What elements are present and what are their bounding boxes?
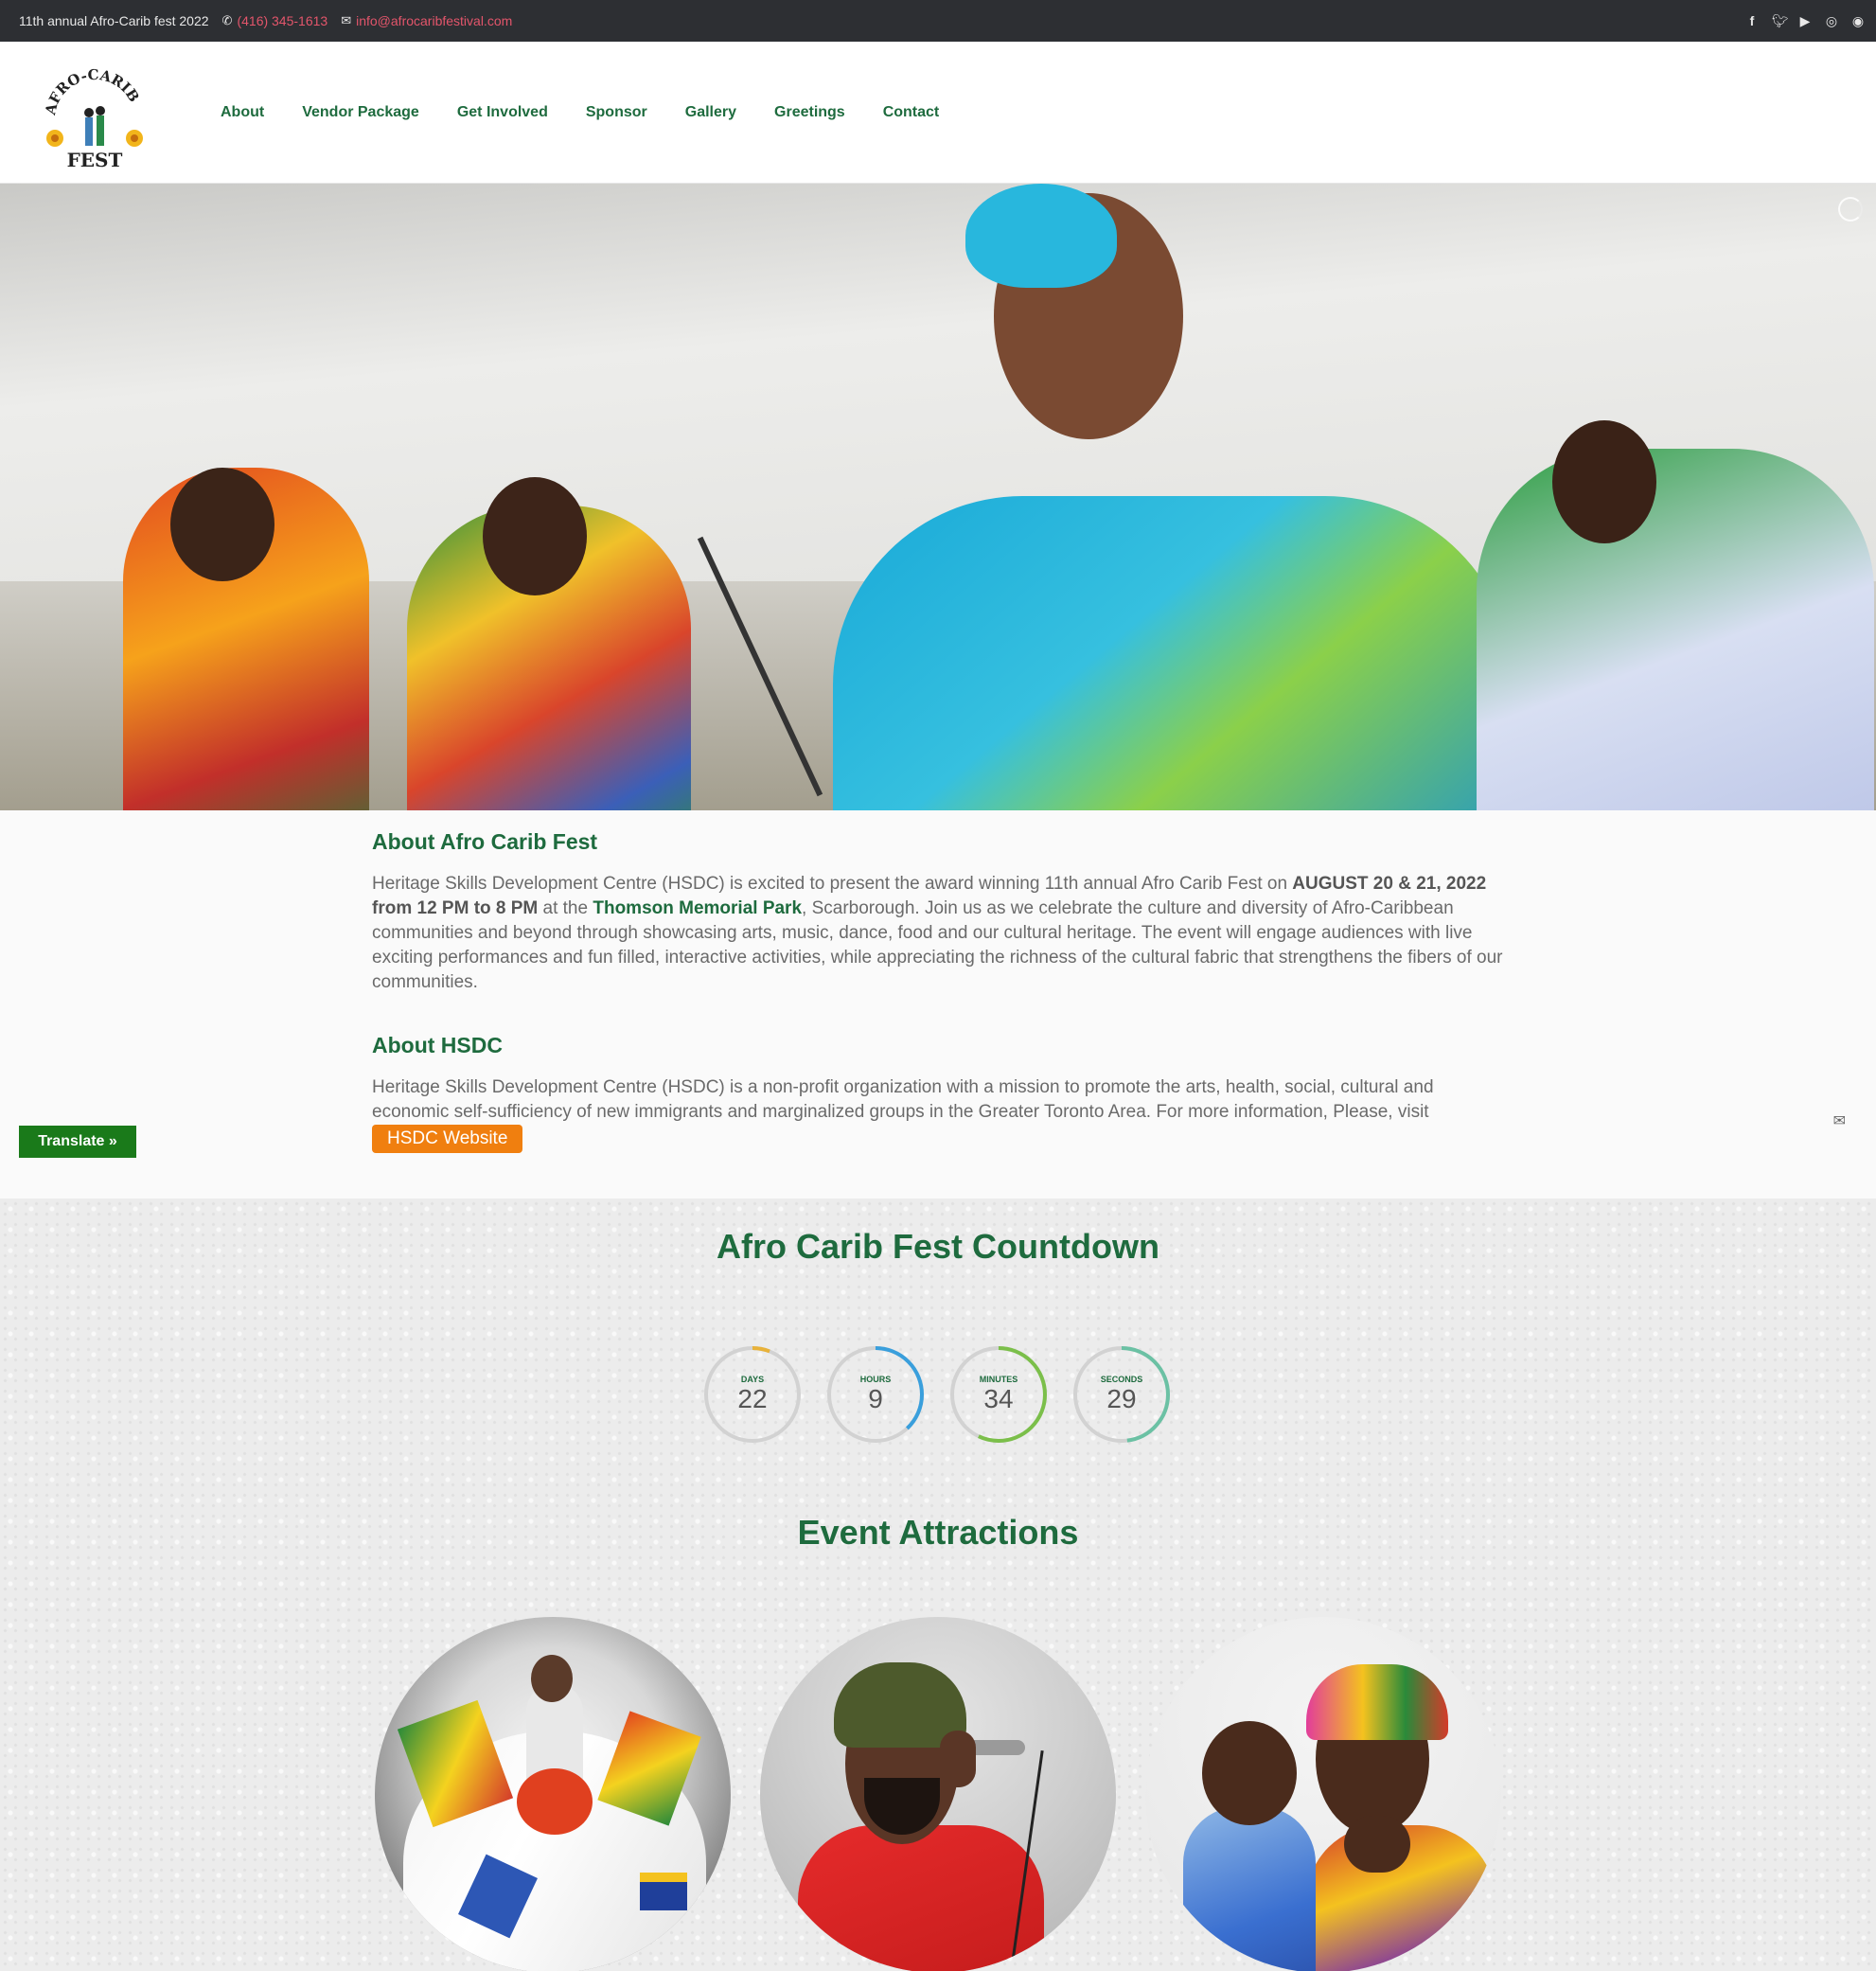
- nav-contact[interactable]: Contact: [864, 104, 959, 121]
- about-section: About Afro Carib Fest Heritage Skills De…: [0, 810, 1876, 1199]
- dancer-gold-flag: [640, 1873, 687, 1910]
- facebook-icon[interactable]: f: [1745, 13, 1759, 28]
- father-pointing-hand: [1344, 1816, 1410, 1873]
- dancer-head: [531, 1655, 573, 1702]
- countdown-value: 29: [1106, 1384, 1137, 1413]
- slider-loader-icon: [1838, 197, 1863, 222]
- phone-icon: ✆: [221, 13, 233, 27]
- attractions-title: Event Attractions: [797, 1513, 1079, 1552]
- logo-text-bottom: FEST: [67, 149, 123, 169]
- about-intro-text: Heritage Skills Development Centre (HSDC…: [372, 874, 1293, 894]
- social-links: f 🐦︎ ▶ ◎ ◉: [1732, 0, 1865, 42]
- dancer-sash: [517, 1768, 593, 1835]
- about-title: About Afro Carib Fest: [372, 829, 598, 854]
- top-bar: 11th annual Afro-Carib fest 2022 ✆ (416)…: [0, 0, 1876, 42]
- countdown-value: 9: [868, 1384, 883, 1413]
- nav-gallery[interactable]: Gallery: [666, 104, 755, 121]
- hsdc-paragraph: Heritage Skills Development Centre (HSDC…: [372, 1075, 1508, 1153]
- mail-icon[interactable]: ✉: [1833, 1111, 1846, 1130]
- youtube-icon[interactable]: ▶: [1798, 13, 1812, 29]
- email-link[interactable]: info@afrocaribfestival.com: [356, 13, 512, 28]
- attraction-image-dancer[interactable]: [375, 1617, 731, 1971]
- nav-greetings[interactable]: Greetings: [755, 104, 864, 121]
- countdown-days: DAYS 22: [702, 1344, 803, 1445]
- hero-dancer-hat-center: [965, 184, 1117, 288]
- child-body: [1183, 1806, 1316, 1971]
- hero-dancer-center: [833, 496, 1514, 810]
- countdown-section: Afro Carib Fest Countdown DAYS 22 HOURS 9 MI…: [0, 1199, 1876, 1971]
- hsdc-text: Heritage Skills Development Centre (HSDC…: [372, 1077, 1434, 1122]
- email-contact[interactable]: ✉ info@afrocaribfestival.com: [341, 13, 512, 28]
- translate-button[interactable]: Translate »: [19, 1126, 136, 1158]
- phone-contact[interactable]: ✆ (416) 345-1613: [222, 13, 328, 28]
- main-nav: About Vendor Package Get Involved Sponso…: [202, 42, 958, 184]
- hsdc-website-button[interactable]: HSDC Website: [372, 1125, 523, 1153]
- park-link[interactable]: Thomson Memorial Park: [593, 898, 802, 918]
- tagline: 11th annual Afro-Carib fest 2022: [19, 13, 209, 28]
- nav-vendor-package[interactable]: Vendor Package: [283, 104, 438, 121]
- singer-hand: [940, 1731, 976, 1787]
- father-headwrap: [1306, 1664, 1448, 1740]
- hero-slider[interactable]: ➤ ❙❙: [0, 184, 1876, 810]
- about-paragraph: Heritage Skills Development Centre (HSDC…: [372, 872, 1508, 995]
- countdown-label: MINUTES: [979, 1375, 1018, 1384]
- attraction-image-singer[interactable]: [760, 1617, 1116, 1971]
- countdown-label: SECONDS: [1100, 1375, 1143, 1384]
- countdown-seconds: SECONDS 29: [1071, 1344, 1172, 1445]
- hero-dancer-head-left: [170, 468, 274, 581]
- attraction-image-family[interactable]: [1145, 1617, 1501, 1971]
- envelope-icon: ✉: [341, 13, 352, 27]
- instagram-icon[interactable]: ◎: [1825, 13, 1838, 29]
- child-face: [1202, 1721, 1297, 1825]
- nav-get-involved[interactable]: Get Involved: [438, 104, 567, 121]
- hero-dancer-right: [1477, 449, 1874, 810]
- nav-sponsor[interactable]: Sponsor: [567, 104, 666, 121]
- countdown-title: Afro Carib Fest Countdown: [717, 1227, 1159, 1266]
- site-header: AFRO-CARIB FEST About Vendor Package Get…: [0, 42, 1876, 184]
- hero-dancer-head-middle: [483, 477, 587, 595]
- countdown-minutes: MINUTES 34: [948, 1344, 1049, 1445]
- hsdc-title: About HSDC: [372, 1033, 503, 1057]
- twitter-icon[interactable]: 🐦︎: [1772, 13, 1789, 29]
- countdown-timers: DAYS 22 HOURS 9 MINUTES 34 SECONDS 29: [702, 1344, 1195, 1445]
- countdown-label: HOURS: [859, 1375, 892, 1384]
- countdown-label: DAYS: [740, 1375, 765, 1384]
- globe-icon[interactable]: ◉: [1851, 13, 1865, 29]
- site-logo[interactable]: AFRO-CARIB FEST: [38, 61, 151, 171]
- nav-about[interactable]: About: [202, 104, 283, 121]
- phone-link[interactable]: (416) 345-1613: [237, 13, 327, 28]
- countdown-value: 34: [983, 1384, 1014, 1413]
- countdown-hours: HOURS 9: [825, 1344, 926, 1445]
- singer-shirt: [798, 1825, 1044, 1971]
- countdown-value: 22: [737, 1384, 768, 1413]
- hero-dancer-head-right: [1552, 420, 1656, 543]
- about-at-text: at the: [538, 898, 593, 918]
